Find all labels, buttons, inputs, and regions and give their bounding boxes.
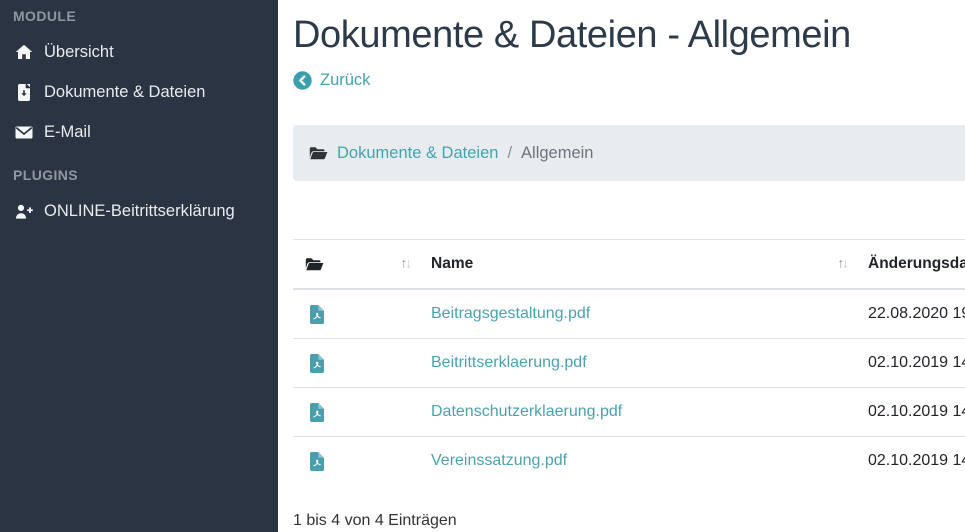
folder-open-icon (305, 252, 407, 276)
breadcrumb-link-dokumente[interactable]: Dokumente & Dateien (337, 141, 498, 165)
sidebar-item-label: ONLINE-Beitrittserklärung (44, 202, 235, 221)
breadcrumb-current: Allgemein (521, 141, 593, 165)
page-title: Dokumente & Dateien - Allgemein (293, 12, 965, 58)
sidebar-section-plugins: PLUGINS (0, 159, 278, 191)
file-pdf-icon (309, 351, 407, 375)
sort-icon: ↑↓ (838, 252, 848, 276)
sidebar-item-label: Dokumente & Dateien (44, 83, 205, 102)
files-table-container: ↑↓ Name ↑↓ Änderungsda (293, 239, 965, 530)
file-link[interactable]: Datenschutzerklaerung.pdf (431, 403, 622, 420)
sidebar-item-online-beitrittserklaerung[interactable]: ONLINE-Beitrittserklärung (0, 191, 278, 231)
sidebar-item-dokumente[interactable]: Dokumente & Dateien (0, 72, 278, 112)
sort-icon: ↑↓ (401, 252, 411, 276)
table-header-row: ↑↓ Name ↑↓ Änderungsda (293, 240, 965, 290)
table-info: 1 bis 4 von 4 Einträgen (293, 512, 965, 530)
file-download-icon (13, 84, 35, 101)
sidebar-item-email[interactable]: E-Mail (0, 112, 278, 152)
back-link[interactable]: Zurück (293, 68, 370, 92)
back-link-label: Zurück (320, 71, 370, 90)
table-row: Beitrittserklaerung.pdf 02.10.2019 14 (293, 339, 965, 388)
file-link[interactable]: Beitrittserklaerung.pdf (431, 354, 587, 371)
table-row: Vereinssatzung.pdf 02.10.2019 14 (293, 437, 965, 486)
sidebar-item-label: Übersicht (44, 43, 114, 62)
user-plus-icon (13, 204, 35, 219)
column-header-name[interactable]: Name ↑↓ (419, 240, 856, 290)
main-content: Dokumente & Dateien - Allgemein Zurück D… (278, 0, 965, 532)
sidebar: MODULE Übersicht Dokumente & Dateien E-M… (0, 0, 278, 532)
arrow-circle-left-icon (293, 71, 312, 90)
file-modified-date: 02.10.2019 14 (856, 339, 965, 388)
column-header-modified[interactable]: Änderungsda (856, 240, 965, 290)
sidebar-item-uebersicht[interactable]: Übersicht (0, 32, 278, 72)
file-pdf-icon (309, 449, 407, 473)
breadcrumb-separator: / (498, 141, 521, 165)
home-icon (13, 44, 35, 60)
folder-open-icon (309, 146, 328, 161)
table-row: Beitragsgestaltung.pdf 22.08.2020 19 (293, 289, 965, 339)
file-link[interactable]: Beitragsgestaltung.pdf (431, 305, 590, 322)
column-header-type[interactable]: ↑↓ (293, 240, 419, 290)
files-table: ↑↓ Name ↑↓ Änderungsda (293, 239, 965, 485)
sidebar-item-label: E-Mail (44, 123, 91, 142)
file-modified-date: 02.10.2019 14 (856, 437, 965, 486)
file-link[interactable]: Vereinssatzung.pdf (431, 452, 567, 469)
file-pdf-icon (309, 400, 407, 424)
file-pdf-icon (309, 302, 407, 326)
envelope-icon (13, 126, 35, 139)
breadcrumb: Dokumente & Dateien / Allgemein (293, 125, 965, 181)
file-modified-date: 22.08.2020 19 (856, 289, 965, 339)
sidebar-section-module: MODULE (0, 0, 278, 32)
file-modified-date: 02.10.2019 14 (856, 388, 965, 437)
table-row: Datenschutzerklaerung.pdf 02.10.2019 14 (293, 388, 965, 437)
